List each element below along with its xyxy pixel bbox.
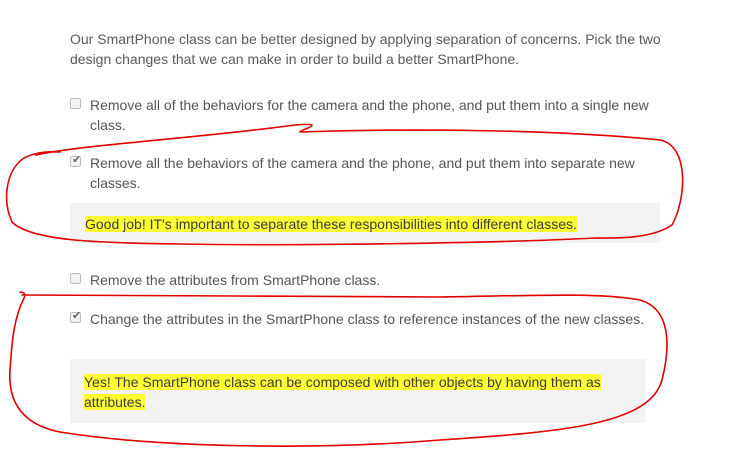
option-2-feedback-text: Good job! IT's important to separate the… [85,216,577,232]
option-4-feedback: Yes! The SmartPhone class can be compose… [70,359,645,423]
option-4-checkbox[interactable]: ✔ [70,310,82,323]
checkmark-icon: ✔ [72,154,82,166]
option-4-label[interactable]: Change the attributes in the SmartPhone … [90,309,650,329]
option-4-feedback-text: Yes! The SmartPhone class can be compose… [84,374,601,410]
quiz-page: Our SmartPhone class can be better desig… [0,0,741,456]
option-2-label[interactable]: Remove all the behaviors of the camera a… [90,153,650,193]
option-1-checkbox[interactable] [70,98,81,109]
option-1[interactable]: Remove all of the behaviors for the came… [70,95,650,135]
option-2-checkbox[interactable]: ✔ [70,154,82,167]
question-text: Our SmartPhone class can be better desig… [70,31,661,67]
option-3[interactable]: Remove the attributes from SmartPhone cl… [70,270,650,290]
option-3-label[interactable]: Remove the attributes from SmartPhone cl… [90,270,650,290]
option-2[interactable]: ✔ Remove all the behaviors of the camera… [70,153,650,193]
checkmark-icon: ✔ [72,310,82,322]
option-3-checkbox[interactable] [70,273,81,284]
option-4[interactable]: ✔ Change the attributes in the SmartPhon… [70,309,650,329]
option-2-feedback: Good job! IT's important to separate the… [70,203,660,243]
option-1-label[interactable]: Remove all of the behaviors for the came… [90,95,650,135]
